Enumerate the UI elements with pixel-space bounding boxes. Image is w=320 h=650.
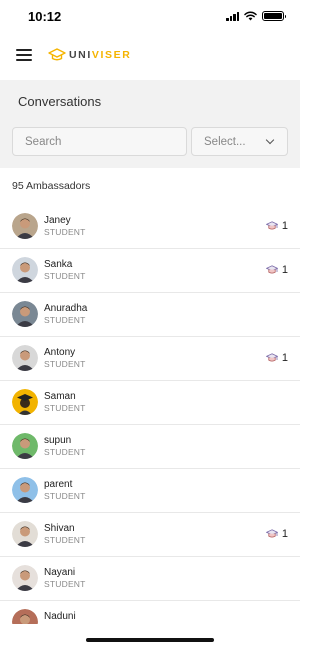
badge-count: 1	[281, 352, 288, 364]
graduation-cap-icon	[265, 220, 278, 232]
ambassador-row[interactable]: Nayani STUDENT	[0, 557, 300, 601]
search-input[interactable]: Search	[12, 127, 187, 156]
ambassador-row[interactable]: supun STUDENT	[0, 425, 300, 469]
graduation-cap-icon	[265, 352, 278, 364]
bottom-bar	[0, 624, 300, 650]
ambassador-name: parent	[44, 479, 73, 490]
status-time: 10:12	[28, 9, 62, 24]
graduate-avatar-icon	[12, 389, 38, 415]
ambassador-name: Naduni	[44, 611, 76, 622]
avatar	[12, 213, 38, 239]
ambassador-list: Janey STUDENT 1 Sanka STUDENT 1 Anuradha STUDEN…	[0, 205, 300, 645]
avatar	[12, 521, 38, 547]
ambassador-role: STUDENT	[44, 403, 86, 413]
ambassador-row[interactable]: Janey STUDENT 1	[0, 205, 300, 249]
logo-text: UNIVISER	[69, 49, 131, 61]
avatar	[12, 257, 38, 283]
badge-count: 1	[281, 528, 288, 540]
home-indicator[interactable]	[86, 638, 214, 642]
page-title: Conversations	[18, 94, 102, 109]
ambassador-name: Janey	[44, 215, 71, 226]
filter-select[interactable]: Select...	[191, 127, 288, 156]
ambassador-row[interactable]: Antony STUDENT 1	[0, 337, 300, 381]
conversations-header: Conversations Search Select...	[0, 80, 300, 168]
ambassador-role: STUDENT	[44, 535, 86, 545]
unread-badge: 1	[265, 220, 288, 232]
ambassador-name: Sanka	[44, 259, 73, 270]
menu-icon[interactable]	[16, 49, 32, 61]
ambassador-row[interactable]: Shivan STUDENT 1	[0, 513, 300, 557]
unread-badge: 1	[265, 528, 288, 540]
unread-badge: 1	[265, 352, 288, 364]
select-placeholder: Select...	[204, 135, 246, 148]
ambassador-name: Anuradha	[44, 303, 88, 314]
ambassador-name: Saman	[44, 391, 76, 402]
badge-count: 1	[281, 220, 288, 232]
ambassador-count: 95 Ambassadors	[12, 180, 91, 192]
ambassador-name: Shivan	[44, 523, 75, 534]
status-bar: 10:12	[0, 0, 300, 32]
avatar	[12, 433, 38, 459]
wifi-icon	[244, 11, 257, 21]
app-screen: 10:12 UNIVISER Conversations Search Sele…	[0, 0, 300, 650]
avatar	[12, 301, 38, 327]
graduation-cap-icon	[265, 264, 278, 276]
ambassador-row[interactable]: parent STUDENT	[0, 469, 300, 513]
badge-count: 1	[281, 264, 288, 276]
app-header: UNIVISER	[0, 36, 300, 74]
search-placeholder: Search	[25, 135, 62, 148]
ambassador-role: STUDENT	[44, 359, 86, 369]
univiser-logo: UNIVISER	[48, 48, 131, 62]
ambassador-name: Antony	[44, 347, 76, 358]
signal-icon	[226, 11, 239, 21]
ambassador-role: STUDENT	[44, 579, 86, 589]
avatar	[12, 565, 38, 591]
ambassador-row[interactable]: Saman STUDENT	[0, 381, 300, 425]
unread-badge: 1	[265, 264, 288, 276]
avatar	[12, 477, 38, 503]
ambassador-role: STUDENT	[44, 271, 86, 281]
logo-text-prefix: UNI	[69, 49, 92, 61]
graduation-cap-icon	[265, 528, 278, 540]
status-icons	[226, 11, 286, 21]
ambassador-role: STUDENT	[44, 447, 86, 457]
logo-text-suffix: VISER	[91, 49, 132, 61]
ambassador-name: Nayani	[44, 567, 76, 578]
graduation-cap-logo-icon	[48, 48, 66, 61]
ambassador-name: supun	[44, 435, 72, 446]
ambassador-row[interactable]: Anuradha STUDENT	[0, 293, 300, 337]
battery-icon	[262, 11, 286, 21]
avatar	[12, 345, 38, 371]
ambassador-role: STUDENT	[44, 227, 86, 237]
ambassador-role: STUDENT	[44, 315, 86, 325]
ambassador-row[interactable]: Sanka STUDENT 1	[0, 249, 300, 293]
chevron-down-icon	[265, 135, 275, 145]
ambassador-role: STUDENT	[44, 491, 86, 501]
